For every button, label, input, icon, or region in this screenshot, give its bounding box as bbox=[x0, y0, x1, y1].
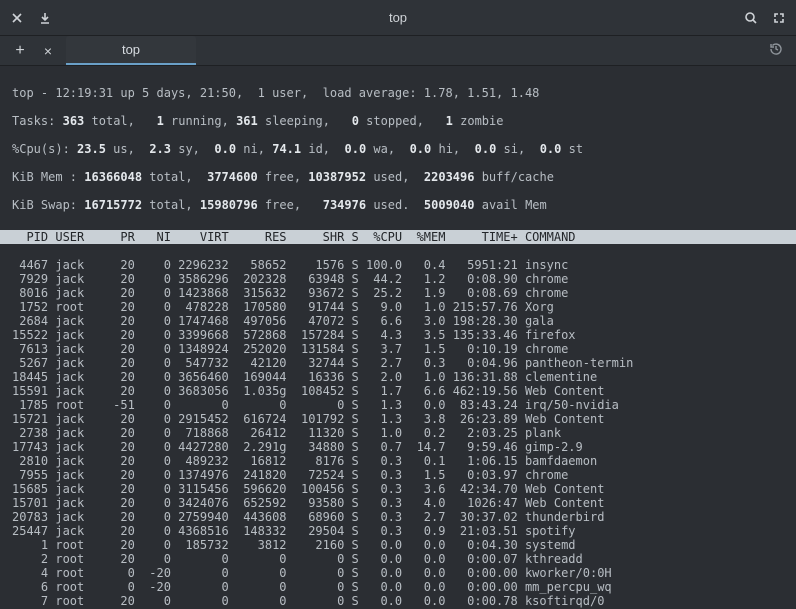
table-row: 15701 jack 20 0 3424076 652592 93580 S 0… bbox=[12, 496, 784, 510]
new-tab-button[interactable]: + bbox=[6, 36, 34, 65]
table-row: 15685 jack 20 0 3115456 596620 100456 S … bbox=[12, 482, 784, 496]
table-row: 25447 jack 20 0 4368516 148332 29504 S 0… bbox=[12, 524, 784, 538]
process-list: 4467 jack 20 0 2296232 58652 1576 S 100.… bbox=[12, 258, 784, 609]
summary-line-swap: KiB Swap: 16715772 total, 15980796 free,… bbox=[12, 198, 784, 212]
table-row: 6 root 0 -20 0 0 0 S 0.0 0.0 0:00.00 mm_… bbox=[12, 580, 784, 594]
summary-line-tasks: Tasks: 363 total, 1 running, 361 sleepin… bbox=[12, 114, 784, 128]
table-row: 2 root 20 0 0 0 0 S 0.0 0.0 0:00.07 kthr… bbox=[12, 552, 784, 566]
table-row: 8016 jack 20 0 1423868 315632 93672 S 25… bbox=[12, 286, 784, 300]
summary-line-uptime: top - 12:19:31 up 5 days, 21:50, 1 user,… bbox=[12, 86, 784, 100]
summary-line-mem: KiB Mem : 16366048 total, 3774600 free, … bbox=[12, 170, 784, 184]
table-row: 2684 jack 20 0 1747468 497056 47072 S 6.… bbox=[12, 314, 784, 328]
table-row: 2810 jack 20 0 489232 16812 8176 S 0.3 0… bbox=[12, 454, 784, 468]
table-row: 2738 jack 20 0 718868 26412 11320 S 1.0 … bbox=[12, 426, 784, 440]
table-row: 1752 root 20 0 478228 170580 91744 S 9.0… bbox=[12, 300, 784, 314]
table-row: 4 root 0 -20 0 0 0 S 0.0 0.0 0:00.00 kwo… bbox=[12, 566, 784, 580]
tab-bar: + × top bbox=[0, 36, 796, 66]
table-row: 1785 root -51 0 0 0 0 S 1.3 0.0 83:43.24… bbox=[12, 398, 784, 412]
table-row: 1 root 20 0 185732 3812 2160 S 0.0 0.0 0… bbox=[12, 538, 784, 552]
download-icon[interactable] bbox=[38, 11, 52, 25]
tab-top[interactable]: top bbox=[66, 36, 196, 65]
table-row: 15522 jack 20 0 3399668 572868 157284 S … bbox=[12, 328, 784, 342]
close-icon[interactable] bbox=[10, 11, 24, 25]
table-row: 7955 jack 20 0 1374976 241820 72524 S 0.… bbox=[12, 468, 784, 482]
window-titlebar: top bbox=[0, 0, 796, 36]
close-tab-icon[interactable]: × bbox=[34, 36, 62, 65]
table-row: 18445 jack 20 0 3656460 169044 16336 S 2… bbox=[12, 370, 784, 384]
table-row: 7 root 20 0 0 0 0 S 0.0 0.0 0:00.78 ksof… bbox=[12, 594, 784, 608]
terminal-output[interactable]: top - 12:19:31 up 5 days, 21:50, 1 user,… bbox=[0, 66, 796, 609]
process-table-header: PID USER PR NI VIRT RES SHR S %CPU %MEM … bbox=[0, 230, 796, 244]
table-row: 7613 jack 20 0 1348924 252020 131584 S 3… bbox=[12, 342, 784, 356]
search-icon[interactable] bbox=[744, 11, 758, 25]
summary-line-cpu: %Cpu(s): 23.5 us, 2.3 sy, 0.0 ni, 74.1 i… bbox=[12, 142, 784, 156]
table-row: 15721 jack 20 0 2915452 616724 101792 S … bbox=[12, 412, 784, 426]
table-row: 20783 jack 20 0 2759940 443608 68960 S 0… bbox=[12, 510, 784, 524]
window-title: top bbox=[52, 10, 744, 25]
table-row: 15591 jack 20 0 3683056 1.035g 108452 S … bbox=[12, 384, 784, 398]
table-row: 17743 jack 20 0 4427280 2.291g 34880 S 0… bbox=[12, 440, 784, 454]
table-row: 4467 jack 20 0 2296232 58652 1576 S 100.… bbox=[12, 258, 784, 272]
table-row: 5267 jack 20 0 547732 42120 32744 S 2.7 … bbox=[12, 356, 784, 370]
table-row: 7929 jack 20 0 3586296 202328 63948 S 44… bbox=[12, 272, 784, 286]
maximize-icon[interactable] bbox=[772, 11, 786, 25]
tab-label: top bbox=[122, 42, 140, 57]
history-icon[interactable] bbox=[768, 41, 784, 60]
